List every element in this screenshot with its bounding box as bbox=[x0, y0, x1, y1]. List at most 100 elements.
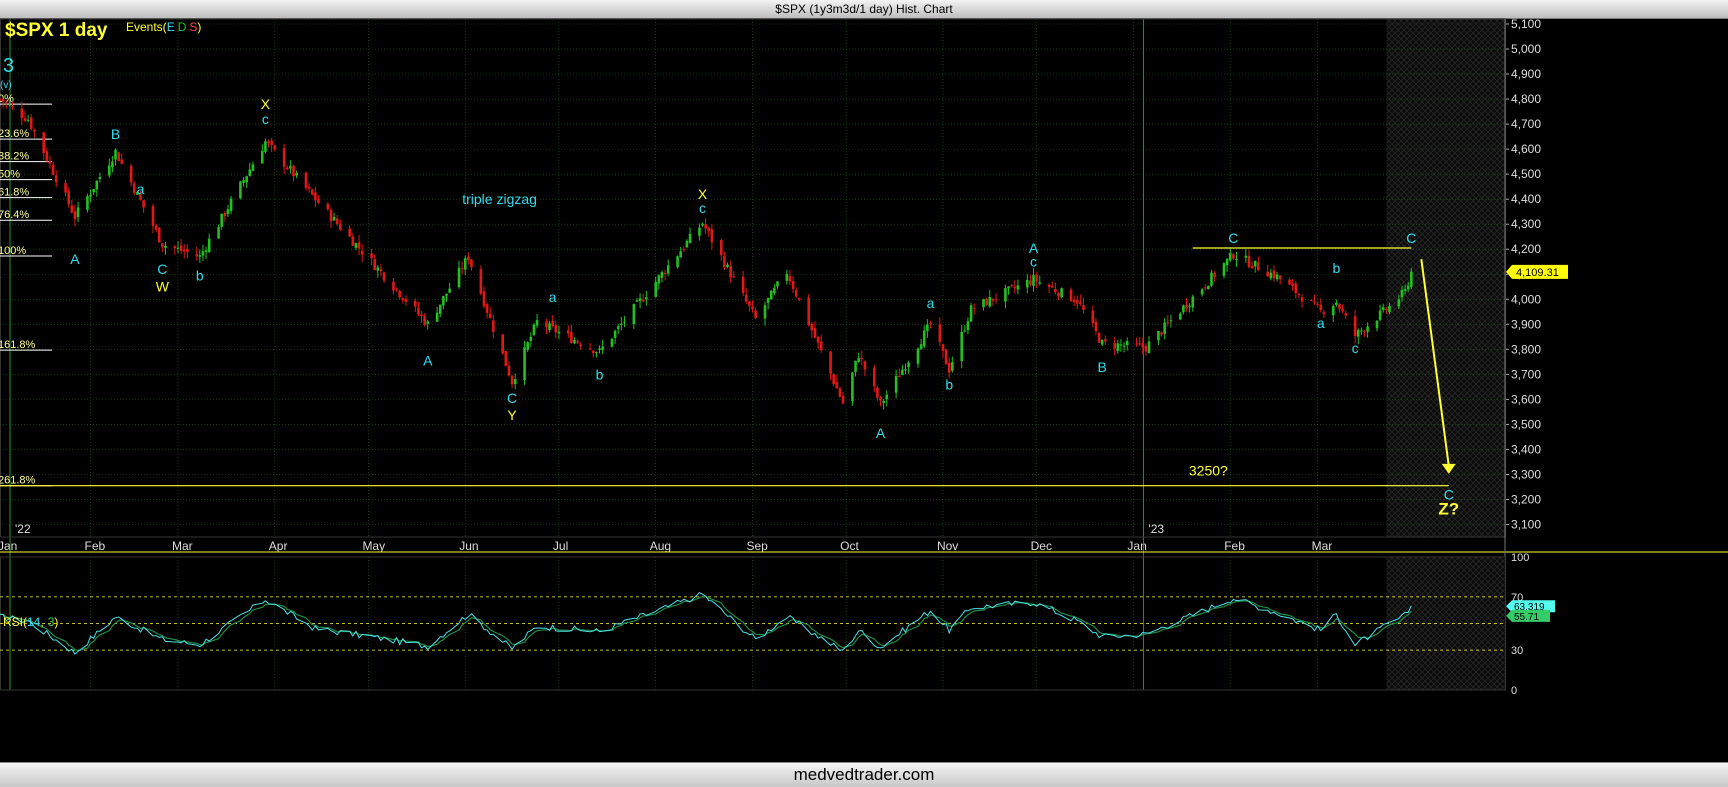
candle-body bbox=[164, 245, 167, 248]
candle-body bbox=[1178, 313, 1182, 320]
candle-body bbox=[33, 129, 36, 132]
candle-body bbox=[76, 207, 80, 218]
x-month-label: Apr bbox=[269, 539, 288, 553]
wave-label: W bbox=[156, 278, 170, 294]
candle-body bbox=[988, 297, 992, 307]
candle-body bbox=[754, 310, 757, 319]
candle-body bbox=[317, 198, 320, 204]
candle-body bbox=[482, 291, 486, 307]
price-chart[interactable]: 3,1003,2003,3003,4003,5003,6003,7003,800… bbox=[0, 0, 1728, 786]
candle-body bbox=[376, 267, 380, 271]
candle-body bbox=[919, 344, 923, 350]
candle-body bbox=[860, 357, 864, 360]
wave-label: C bbox=[1406, 230, 1416, 246]
candle-body bbox=[897, 375, 901, 378]
candle-body bbox=[1269, 272, 1273, 279]
candle-body bbox=[1125, 341, 1129, 346]
candle-body bbox=[426, 321, 430, 324]
candle-body bbox=[1075, 299, 1079, 304]
candle-body bbox=[698, 227, 701, 236]
y-tick-label: 5,100 bbox=[1511, 17, 1541, 31]
candle-body bbox=[435, 312, 439, 322]
footer-brand: medvedtrader.com bbox=[793, 765, 935, 784]
candle-body bbox=[186, 249, 189, 253]
wave-label: c bbox=[699, 200, 706, 216]
candle-body bbox=[1160, 332, 1163, 335]
candle-body bbox=[54, 175, 58, 183]
candle-body bbox=[1310, 300, 1313, 302]
candle-body bbox=[1050, 285, 1054, 288]
candle-body bbox=[916, 348, 920, 364]
candle-body bbox=[1403, 289, 1407, 291]
candle-body bbox=[1381, 307, 1385, 310]
candle-body bbox=[1119, 344, 1123, 346]
wave-label: A bbox=[876, 425, 886, 441]
candle-body bbox=[438, 304, 442, 314]
wave-label: A bbox=[70, 251, 80, 267]
candle-body bbox=[729, 265, 732, 278]
fib-level-label: 100% bbox=[0, 245, 26, 257]
candle-body bbox=[226, 209, 230, 215]
candle-body bbox=[1356, 329, 1360, 337]
rsi-legend[interactable]: RSI(14, 3) bbox=[3, 615, 58, 629]
candle-body bbox=[1116, 343, 1120, 351]
candle-body bbox=[1385, 309, 1388, 311]
candle-body bbox=[217, 226, 220, 239]
candle-body bbox=[601, 346, 604, 351]
candle-body bbox=[89, 194, 92, 197]
candle-body bbox=[972, 307, 976, 309]
candle-body bbox=[763, 305, 767, 319]
candle-body bbox=[554, 324, 558, 333]
candle-body bbox=[1004, 288, 1007, 302]
wave-label: a bbox=[549, 289, 557, 305]
candle-body bbox=[307, 186, 311, 189]
y-tick-label: 4,800 bbox=[1511, 92, 1541, 106]
candle-body bbox=[1235, 258, 1238, 260]
candle-body bbox=[285, 167, 289, 170]
candle-body bbox=[1266, 271, 1269, 277]
candle-body bbox=[201, 251, 205, 256]
candle-body bbox=[423, 316, 426, 325]
rsi-panel[interactable]: 0307010063.31955.71 bbox=[0, 552, 1555, 697]
x-month-label: Mar bbox=[172, 539, 193, 553]
candle-body bbox=[704, 224, 707, 229]
candle-body bbox=[173, 246, 177, 249]
candle-body bbox=[794, 290, 798, 297]
events-legend[interactable]: Events(E D S) bbox=[126, 20, 201, 34]
rsi-y-tick-label: 30 bbox=[1511, 645, 1523, 657]
candle-body bbox=[111, 161, 114, 168]
candle-body bbox=[1203, 287, 1207, 289]
candle-body bbox=[314, 192, 317, 201]
candle-body bbox=[0, 98, 2, 100]
fib-level-label: 50% bbox=[0, 169, 20, 181]
candle-body bbox=[1319, 304, 1323, 311]
candle-body bbox=[535, 320, 539, 326]
wave-label: c bbox=[1352, 340, 1359, 356]
x-month-label: Jun bbox=[459, 539, 478, 553]
candle-body bbox=[907, 362, 910, 367]
candle-body bbox=[1144, 345, 1148, 352]
candle-body bbox=[863, 361, 867, 370]
candle-body bbox=[463, 258, 467, 270]
candle-body bbox=[4, 102, 8, 104]
candle-body bbox=[1035, 274, 1038, 282]
candle-body bbox=[616, 326, 620, 330]
candle-body bbox=[1378, 310, 1382, 320]
y-tick-label: 4,200 bbox=[1511, 242, 1541, 256]
svg-text:RSI(14,3): RSI(14, 3) bbox=[3, 615, 58, 629]
y-tick-label: 3,400 bbox=[1511, 442, 1541, 456]
candle-body bbox=[161, 243, 164, 248]
candle-body bbox=[1272, 270, 1276, 279]
wave-label: A bbox=[423, 353, 433, 369]
candle-body bbox=[1094, 321, 1098, 331]
candle-body bbox=[741, 276, 745, 294]
candle-body bbox=[479, 269, 483, 294]
candle-body bbox=[1038, 282, 1042, 284]
candle-body bbox=[507, 365, 511, 376]
candle-body bbox=[1207, 285, 1210, 290]
candle-body bbox=[769, 290, 773, 300]
candle-body bbox=[182, 249, 186, 252]
candle-body bbox=[373, 259, 376, 271]
candle-body bbox=[641, 299, 645, 302]
candle-body bbox=[470, 259, 473, 268]
